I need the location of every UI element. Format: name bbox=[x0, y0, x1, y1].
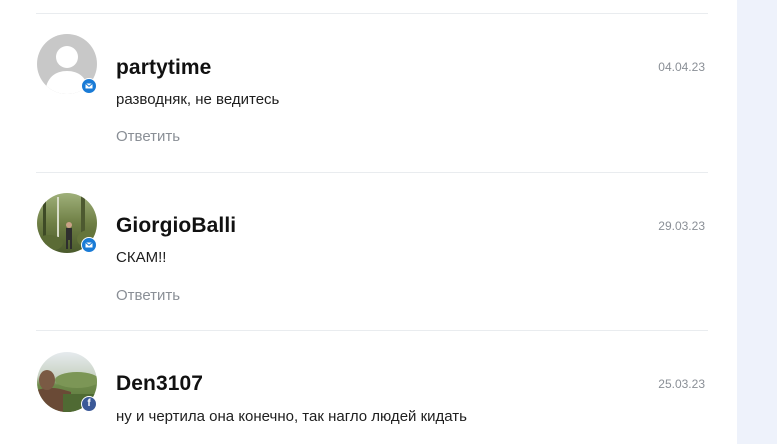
reply-button[interactable]: Ответить bbox=[116, 128, 180, 145]
comment-date: 25.03.23 bbox=[658, 377, 705, 391]
comment-author[interactable]: GiorgioBalli bbox=[116, 214, 236, 238]
comment-divider bbox=[36, 172, 708, 173]
comments-panel: partytime 04.04.23 разводняк, не ведитес… bbox=[0, 0, 737, 444]
comment-text: СКАМ!! bbox=[116, 249, 167, 266]
reply-button[interactable]: Ответить bbox=[116, 287, 180, 304]
mail-icon bbox=[81, 78, 97, 94]
mail-icon bbox=[81, 237, 97, 253]
comment-divider bbox=[36, 13, 708, 14]
comment-author[interactable]: partytime bbox=[116, 56, 211, 80]
comment-divider bbox=[36, 330, 708, 331]
comment-text: ну и чертила она конечно, так нагло люде… bbox=[116, 408, 467, 425]
comment-text: разводняк, не ведитесь bbox=[116, 91, 280, 108]
comment-date: 04.04.23 bbox=[658, 60, 705, 74]
comment-date: 29.03.23 bbox=[658, 219, 705, 233]
comment-author[interactable]: Den3107 bbox=[116, 372, 203, 396]
facebook-icon: f bbox=[81, 396, 97, 412]
